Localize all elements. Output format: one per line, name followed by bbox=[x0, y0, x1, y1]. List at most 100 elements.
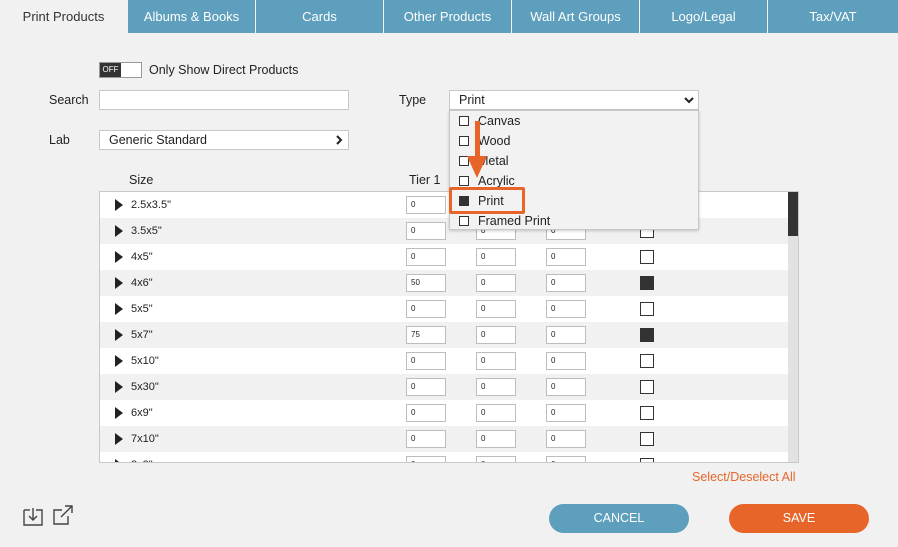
expand-triangle-icon[interactable] bbox=[115, 355, 123, 367]
tier2-input[interactable]: 0 bbox=[476, 430, 516, 448]
tier2-input[interactable]: 0 bbox=[476, 378, 516, 396]
print-option-highlight bbox=[449, 187, 525, 214]
row-checkbox[interactable] bbox=[640, 302, 654, 316]
tier2-input[interactable]: 0 bbox=[476, 274, 516, 292]
tier1-input[interactable]: 0 bbox=[406, 222, 446, 240]
row-size: 5x30" bbox=[131, 381, 159, 393]
tier2-input[interactable]: 0 bbox=[476, 248, 516, 266]
expand-triangle-icon[interactable] bbox=[115, 407, 123, 419]
tier1-input[interactable]: 0 bbox=[406, 456, 446, 462]
row-size: 7x10" bbox=[131, 433, 159, 445]
expand-triangle-icon[interactable] bbox=[115, 199, 123, 211]
tier2-input[interactable]: 0 bbox=[476, 326, 516, 344]
tab-other-products[interactable]: Other Products bbox=[384, 0, 512, 33]
row-checkbox[interactable] bbox=[640, 250, 654, 264]
expand-triangle-icon[interactable] bbox=[115, 303, 123, 315]
table-row[interactable]: 8x8" 0 0 0 bbox=[100, 452, 789, 462]
expand-triangle-icon[interactable] bbox=[115, 329, 123, 341]
tier3-input[interactable]: 0 bbox=[546, 274, 586, 292]
tier1-input[interactable]: 0 bbox=[406, 248, 446, 266]
row-checkbox[interactable] bbox=[640, 458, 654, 462]
tier1-input[interactable]: 0 bbox=[406, 196, 446, 214]
direct-products-toggle[interactable]: OFF bbox=[99, 62, 142, 78]
table-row[interactable]: 5x10" 0 0 0 bbox=[100, 348, 789, 374]
table-row[interactable]: 4x5" 0 0 0 bbox=[100, 244, 789, 270]
option-label: Canvas bbox=[478, 114, 521, 128]
tier2-input[interactable]: 0 bbox=[476, 300, 516, 318]
table-row[interactable]: 7x10" 0 0 0 bbox=[100, 426, 789, 452]
toggle-state: OFF bbox=[100, 63, 121, 77]
lab-label: Lab bbox=[49, 133, 70, 147]
tier1-input[interactable]: 0 bbox=[406, 378, 446, 396]
option-label: Wood bbox=[478, 134, 511, 148]
tab-wall-art-groups[interactable]: Wall Art Groups bbox=[512, 0, 640, 33]
tier3-input[interactable]: 0 bbox=[546, 300, 586, 318]
type-option[interactable]: Canvas bbox=[450, 111, 698, 131]
tier3-input[interactable]: 0 bbox=[546, 430, 586, 448]
tier1-input[interactable]: 0 bbox=[406, 352, 446, 370]
type-option[interactable]: Metal bbox=[450, 151, 698, 171]
expand-triangle-icon[interactable] bbox=[115, 277, 123, 289]
tier1-input[interactable]: 0 bbox=[406, 300, 446, 318]
row-checkbox[interactable] bbox=[640, 328, 654, 342]
tier3-input[interactable]: 0 bbox=[546, 248, 586, 266]
tier3-input[interactable]: 0 bbox=[546, 326, 586, 344]
row-size: 6x9" bbox=[131, 407, 153, 419]
table-row[interactable]: 4x6" 50 0 0 bbox=[100, 270, 789, 296]
row-size: 4x6" bbox=[131, 277, 153, 289]
tab-tax-vat[interactable]: Tax/VAT bbox=[768, 0, 898, 33]
expand-triangle-icon[interactable] bbox=[115, 459, 123, 462]
tier3-input[interactable]: 0 bbox=[546, 456, 586, 462]
tab-cards[interactable]: Cards bbox=[256, 0, 384, 33]
table-row[interactable]: 5x30" 0 0 0 bbox=[100, 374, 789, 400]
expand-triangle-icon[interactable] bbox=[115, 251, 123, 263]
type-option[interactable]: Wood bbox=[450, 131, 698, 151]
row-checkbox[interactable] bbox=[640, 380, 654, 394]
tier1-input[interactable]: 0 bbox=[406, 404, 446, 422]
pointer-arrow-icon bbox=[467, 156, 487, 178]
tier2-input[interactable]: 0 bbox=[476, 456, 516, 462]
import-icon[interactable] bbox=[22, 505, 44, 527]
table-scrollbar[interactable] bbox=[788, 192, 798, 462]
expand-triangle-icon[interactable] bbox=[115, 225, 123, 237]
tier3-input[interactable]: 0 bbox=[546, 352, 586, 370]
chevron-right-icon bbox=[334, 131, 344, 155]
select-deselect-all-link[interactable]: Select/Deselect All bbox=[692, 469, 796, 485]
lab-select[interactable]: Generic Standard bbox=[99, 130, 349, 150]
table-row[interactable]: 5x7" 75 0 0 bbox=[100, 322, 789, 348]
scrollbar-thumb[interactable] bbox=[788, 192, 798, 236]
search-input[interactable] bbox=[99, 90, 349, 110]
expand-triangle-icon[interactable] bbox=[115, 381, 123, 393]
tier2-input[interactable]: 0 bbox=[476, 404, 516, 422]
option-checkbox[interactable] bbox=[459, 216, 469, 226]
toggle-label: Only Show Direct Products bbox=[149, 63, 299, 77]
tab-print-products[interactable]: Print Products bbox=[0, 0, 128, 33]
cancel-button[interactable]: CANCEL bbox=[549, 504, 689, 533]
row-size: 4x5" bbox=[131, 251, 153, 263]
row-checkbox[interactable] bbox=[640, 406, 654, 420]
table-row[interactable]: 6x9" 0 0 0 bbox=[100, 400, 789, 426]
tier1-input[interactable]: 50 bbox=[406, 274, 446, 292]
type-select[interactable]: Print bbox=[449, 90, 699, 110]
type-option[interactable]: Framed Print bbox=[450, 211, 698, 231]
tab-albums-books[interactable]: Albums & Books bbox=[128, 0, 256, 33]
expand-triangle-icon[interactable] bbox=[115, 433, 123, 445]
search-label: Search bbox=[49, 93, 89, 107]
table-row[interactable]: 5x5" 0 0 0 bbox=[100, 296, 789, 322]
row-checkbox[interactable] bbox=[640, 432, 654, 446]
row-size: 2.5x3.5" bbox=[131, 199, 171, 211]
save-button[interactable]: SAVE bbox=[729, 504, 869, 533]
tier3-input[interactable]: 0 bbox=[546, 404, 586, 422]
option-checkbox[interactable] bbox=[459, 116, 469, 126]
tier2-input[interactable]: 0 bbox=[476, 352, 516, 370]
option-label: Framed Print bbox=[478, 214, 551, 228]
row-size: 5x5" bbox=[131, 303, 153, 315]
option-checkbox[interactable] bbox=[459, 136, 469, 146]
tier1-input[interactable]: 75 bbox=[406, 326, 446, 344]
export-icon[interactable] bbox=[51, 503, 73, 525]
tab-logo-legal[interactable]: Logo/Legal bbox=[640, 0, 768, 33]
row-checkbox[interactable] bbox=[640, 276, 654, 290]
row-checkbox[interactable] bbox=[640, 354, 654, 368]
tier3-input[interactable]: 0 bbox=[546, 378, 586, 396]
tier1-input[interactable]: 0 bbox=[406, 430, 446, 448]
